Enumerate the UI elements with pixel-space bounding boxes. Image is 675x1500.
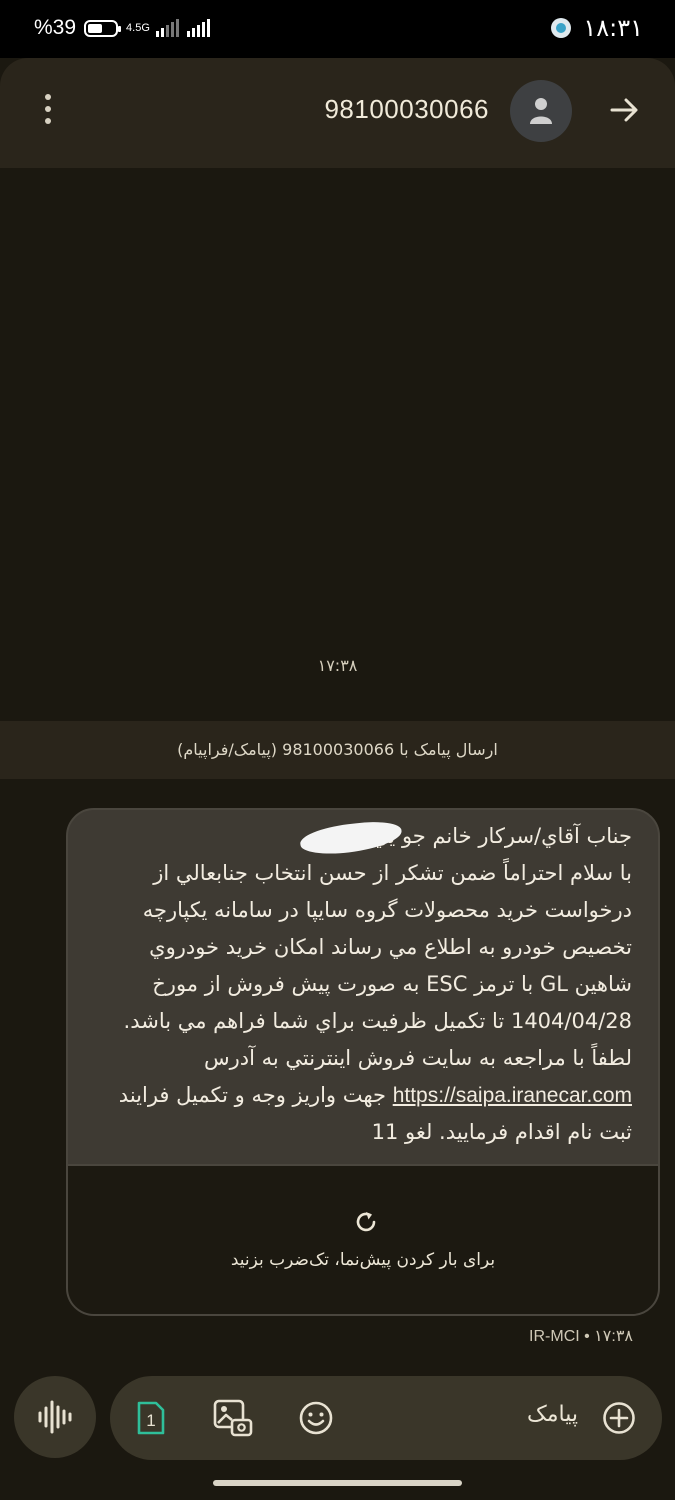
add-icon[interactable] — [602, 1401, 636, 1435]
home-indicator[interactable] — [213, 1480, 462, 1486]
message-placeholder: پیامک — [527, 1402, 578, 1427]
message-input[interactable]: 1 پیامک — [110, 1376, 662, 1460]
more-vert-icon[interactable] — [38, 94, 58, 132]
message-text[interactable]: جناب آقاي/سركار خانم جو يي با سلام احترا… — [68, 810, 658, 1151]
sender-banner: ارسال پیامک با 98100030066 (پیامک/فراپیا… — [0, 721, 675, 779]
message-text-body: جناب آقاي/سركار خانم جو يي با سلام احترا… — [123, 824, 632, 1070]
message-list[interactable]: ۱۷:۳۸ ارسال پیامک با 98100030066 (پیامک/… — [0, 168, 675, 1378]
avatar-person-icon — [530, 98, 552, 124]
reload-icon — [356, 1212, 376, 1232]
voice-message-button[interactable] — [14, 1376, 96, 1458]
emoji-icon[interactable] — [298, 1400, 334, 1436]
signal-icon-sim1 — [155, 19, 179, 37]
composer-bar: 1 پیامک — [0, 1374, 675, 1460]
sim-icon[interactable]: 1 — [136, 1400, 166, 1436]
conversation-header: 98100030066 — [0, 58, 675, 168]
status-bar: %39 4.5G ۱۸:۳۱ — [0, 0, 675, 58]
contact-number[interactable]: 98100030066 — [324, 94, 489, 125]
status-time: ۱۸:۳۱ — [583, 14, 643, 42]
signal-icon-sim2 — [186, 19, 210, 37]
preview-label: برای بار کردن پیش‌نما، تک‌ضرب بزنید — [230, 1250, 496, 1270]
forward-arrow-icon[interactable] — [609, 94, 641, 126]
status-left: %39 4.5G — [34, 16, 210, 40]
gallery-icon[interactable] — [212, 1398, 254, 1438]
avatar[interactable] — [510, 80, 572, 142]
message-link[interactable]: https://saipa.iranecar.com — [393, 1084, 632, 1107]
message-timestamp: ۱۷:۳۸ — [317, 656, 358, 675]
network-type: 4.5G — [126, 22, 150, 34]
message-meta: IR-MCI • ۱۷:۳۸ — [529, 1328, 633, 1345]
battery-icon — [84, 19, 122, 37]
voice-icon — [38, 1400, 72, 1434]
sim-label: 1 — [146, 1411, 155, 1430]
battery-percent: %39 — [34, 16, 77, 39]
notification-app-icon — [551, 18, 572, 38]
link-preview[interactable]: برای بار کردن پیش‌نما، تک‌ضرب بزنید — [68, 1164, 658, 1314]
message-bubble[interactable]: جناب آقاي/سركار خانم جو يي با سلام احترا… — [66, 808, 660, 1316]
status-right: ۱۸:۳۱ — [551, 14, 643, 42]
